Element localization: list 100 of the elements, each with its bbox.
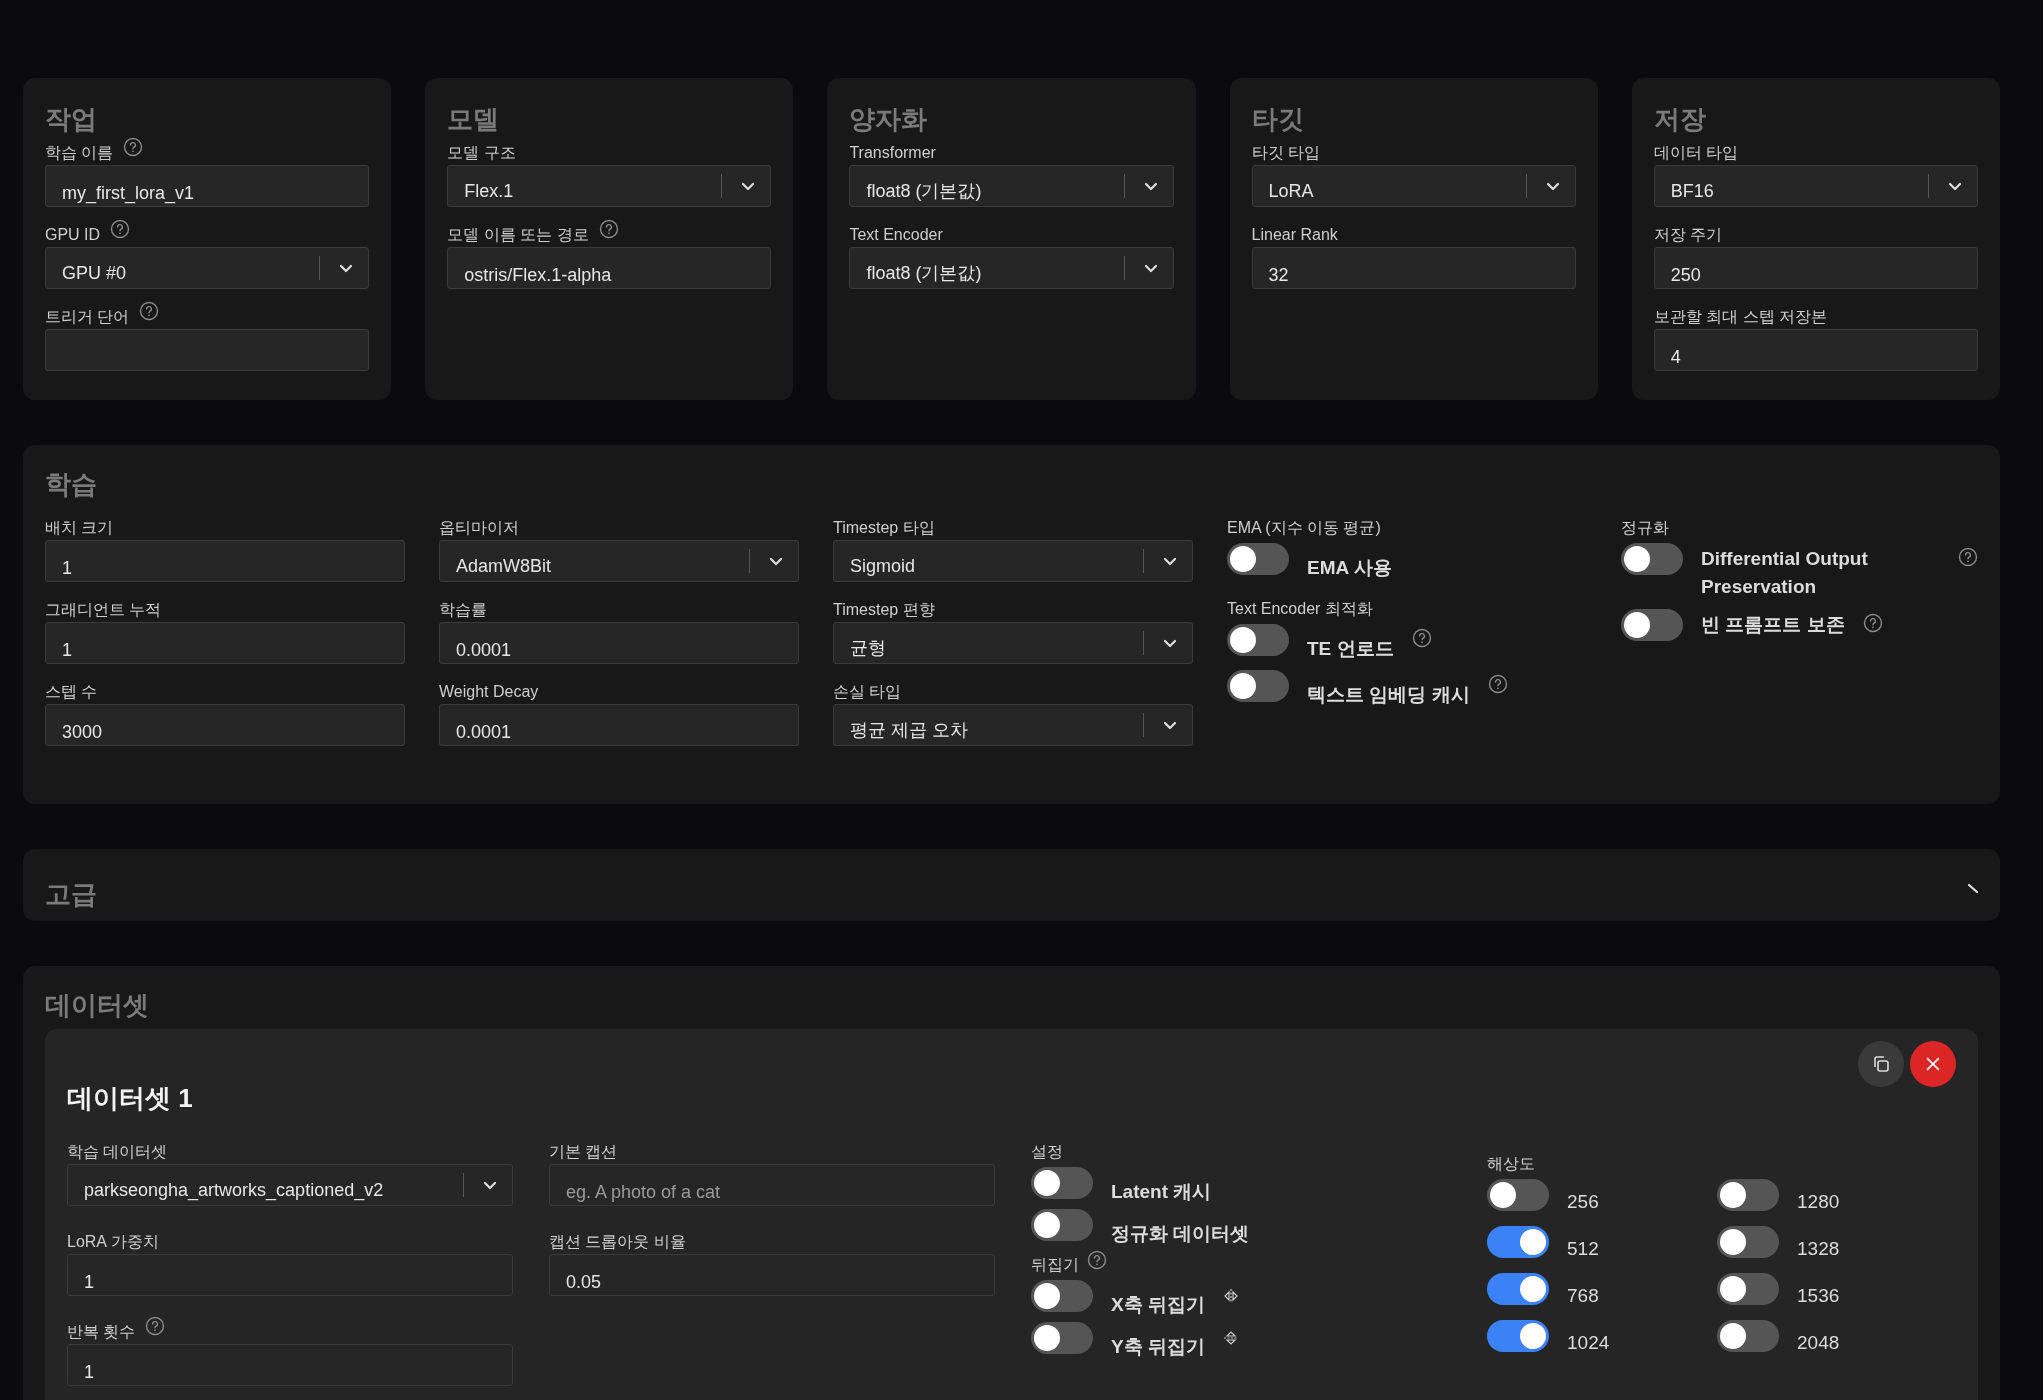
help-icon[interactable] [1862, 613, 1883, 633]
toggle-switch[interactable] [1227, 670, 1289, 702]
toggle-switch[interactable] [1487, 1273, 1549, 1305]
toggle-label: EMA 사용 [1307, 556, 1392, 580]
advanced-panel[interactable]: 고급 [23, 849, 2000, 921]
help-icon[interactable] [1087, 1250, 1107, 1270]
toggle-label: 1536 [1797, 1284, 1840, 1307]
help-icon[interactable] [145, 1316, 166, 1336]
section-title: 모델 [447, 103, 501, 136]
dropdown[interactable]: float8 (기본값) [849, 247, 1174, 289]
toggle-label: TE 언로드 [1307, 637, 1394, 661]
toggle-switch[interactable] [1621, 543, 1683, 575]
field-label: 기본 캡션 [549, 1142, 618, 1162]
group-label: 해상도 [1487, 1154, 1536, 1174]
copy-button[interactable] [1858, 1041, 1904, 1087]
toggle-switch[interactable] [1227, 624, 1289, 656]
input-field[interactable]: 3000 [45, 704, 405, 746]
dropdown[interactable]: float8 (기본값) [849, 165, 1174, 207]
dropdown[interactable]: AdamW8Bit [439, 540, 799, 582]
field-label: Weight Decay [439, 682, 539, 702]
dropdown[interactable]: BF16 [1653, 165, 1978, 207]
help-icon[interactable] [1411, 628, 1432, 648]
field-label: Linear Rank [1251, 225, 1338, 245]
dropdown[interactable]: LoRA [1251, 165, 1576, 207]
close-button[interactable] [1910, 1041, 1956, 1087]
field-label: Timestep 타입 [833, 518, 935, 538]
section-title: 데이터셋 [45, 989, 150, 1022]
group-label: 정규화 [1621, 518, 1670, 538]
field-label: 캡션 드롭아웃 비율 [549, 1232, 686, 1252]
close-icon [1924, 1055, 1942, 1073]
toggle-switch[interactable] [1227, 543, 1289, 575]
dropdown[interactable]: 균형 [833, 622, 1193, 664]
input-field[interactable]: 0.0001 [439, 622, 799, 664]
field-label: 모델 이름 또는 경로 [447, 225, 589, 245]
toggle-switch[interactable] [1031, 1322, 1093, 1354]
toggle-label: 2048 [1797, 1331, 1840, 1354]
input-field[interactable]: 1 [45, 540, 405, 582]
toggle-switch[interactable] [1717, 1273, 1779, 1305]
help-icon[interactable] [1958, 547, 1978, 567]
field-label: 반복 횟수 [67, 1322, 136, 1342]
input-field[interactable]: 1 [45, 622, 405, 664]
input-field[interactable]: eg. A photo of a cat [549, 1164, 995, 1206]
field-label: 저장 주기 [1653, 225, 1723, 245]
dropdown[interactable]: parkseongha_artworks_captioned_v2 [67, 1164, 513, 1206]
group-label: Text Encoder 최적화 [1227, 599, 1374, 619]
field-label: 트리거 단어 [45, 307, 130, 327]
toggle-switch[interactable] [1717, 1179, 1779, 1211]
toggle-label: Differential Output Preservation [1701, 547, 1869, 599]
dropdown[interactable]: 평균 제곱 오차 [833, 704, 1193, 746]
section-title: 저장 [1653, 103, 1707, 136]
field-label: 옵티마이저 [439, 518, 519, 538]
toggle-switch[interactable] [1487, 1226, 1549, 1258]
toggle-switch[interactable] [1717, 1226, 1779, 1258]
field-label: 학습률 [439, 600, 487, 620]
toggle-switch[interactable] [1031, 1167, 1093, 1199]
input-field[interactable]: my_first_lora_v1 [45, 165, 370, 207]
input-field[interactable]: 0.05 [549, 1254, 995, 1296]
field-label: Transformer [849, 143, 936, 163]
dropdown[interactable]: Sigmoid [833, 540, 1193, 582]
toggle-label: 768 [1567, 1284, 1599, 1307]
field-label: Timestep 편향 [833, 600, 935, 620]
field-label: Text Encoder [849, 225, 943, 245]
field-label: 손실 타입 [833, 682, 902, 702]
input-field[interactable]: ostris/Flex.1-alpha [447, 247, 772, 289]
input-field[interactable]: 1 [67, 1344, 513, 1386]
dropdown[interactable]: GPU #0 [45, 247, 370, 289]
toggle-switch[interactable] [1621, 609, 1683, 641]
toggle-switch[interactable] [1487, 1320, 1549, 1352]
dropdown[interactable]: Flex.1 [447, 165, 772, 207]
input-field[interactable]: 250 [1653, 247, 1978, 289]
input-field[interactable]: 4 [1653, 329, 1978, 371]
help-icon[interactable] [1487, 674, 1508, 694]
copy-icon [1871, 1054, 1891, 1074]
caret-icon [1968, 883, 1978, 893]
help-icon[interactable] [123, 137, 144, 157]
dataset-title: 데이터셋 1 [67, 1082, 193, 1115]
field-label: 타깃 타입 [1251, 143, 1321, 163]
flip-horizontal-icon [1222, 1288, 1239, 1304]
toggle-switch[interactable] [1031, 1209, 1093, 1241]
section-title: 타깃 [1251, 103, 1305, 136]
input-field[interactable]: 1 [67, 1254, 513, 1296]
input-field[interactable]: 32 [1251, 247, 1576, 289]
input-field[interactable] [45, 329, 370, 371]
input-field[interactable]: 0.0001 [439, 704, 799, 746]
toggle-label: X축 뒤집기 [1111, 1293, 1205, 1317]
toggle-label: 256 [1567, 1190, 1599, 1213]
field-label: 그래디언트 누적 [45, 600, 162, 620]
help-icon[interactable] [110, 219, 131, 239]
group-label: EMA (지수 이동 평균) [1227, 518, 1382, 538]
help-icon[interactable] [139, 301, 160, 321]
help-icon[interactable] [598, 219, 619, 239]
toggle-switch[interactable] [1487, 1179, 1549, 1211]
field-label: 스텝 수 [45, 682, 98, 702]
toggle-switch[interactable] [1031, 1280, 1093, 1312]
toggle-switch[interactable] [1717, 1320, 1779, 1352]
field-label: 배치 크기 [45, 518, 114, 538]
field-label: 모델 구조 [447, 143, 516, 163]
field-label: 보관할 최대 스텝 저장본 [1653, 307, 1828, 327]
field-label: 데이터 타입 [1653, 143, 1739, 163]
toggle-label: 1280 [1797, 1190, 1840, 1213]
